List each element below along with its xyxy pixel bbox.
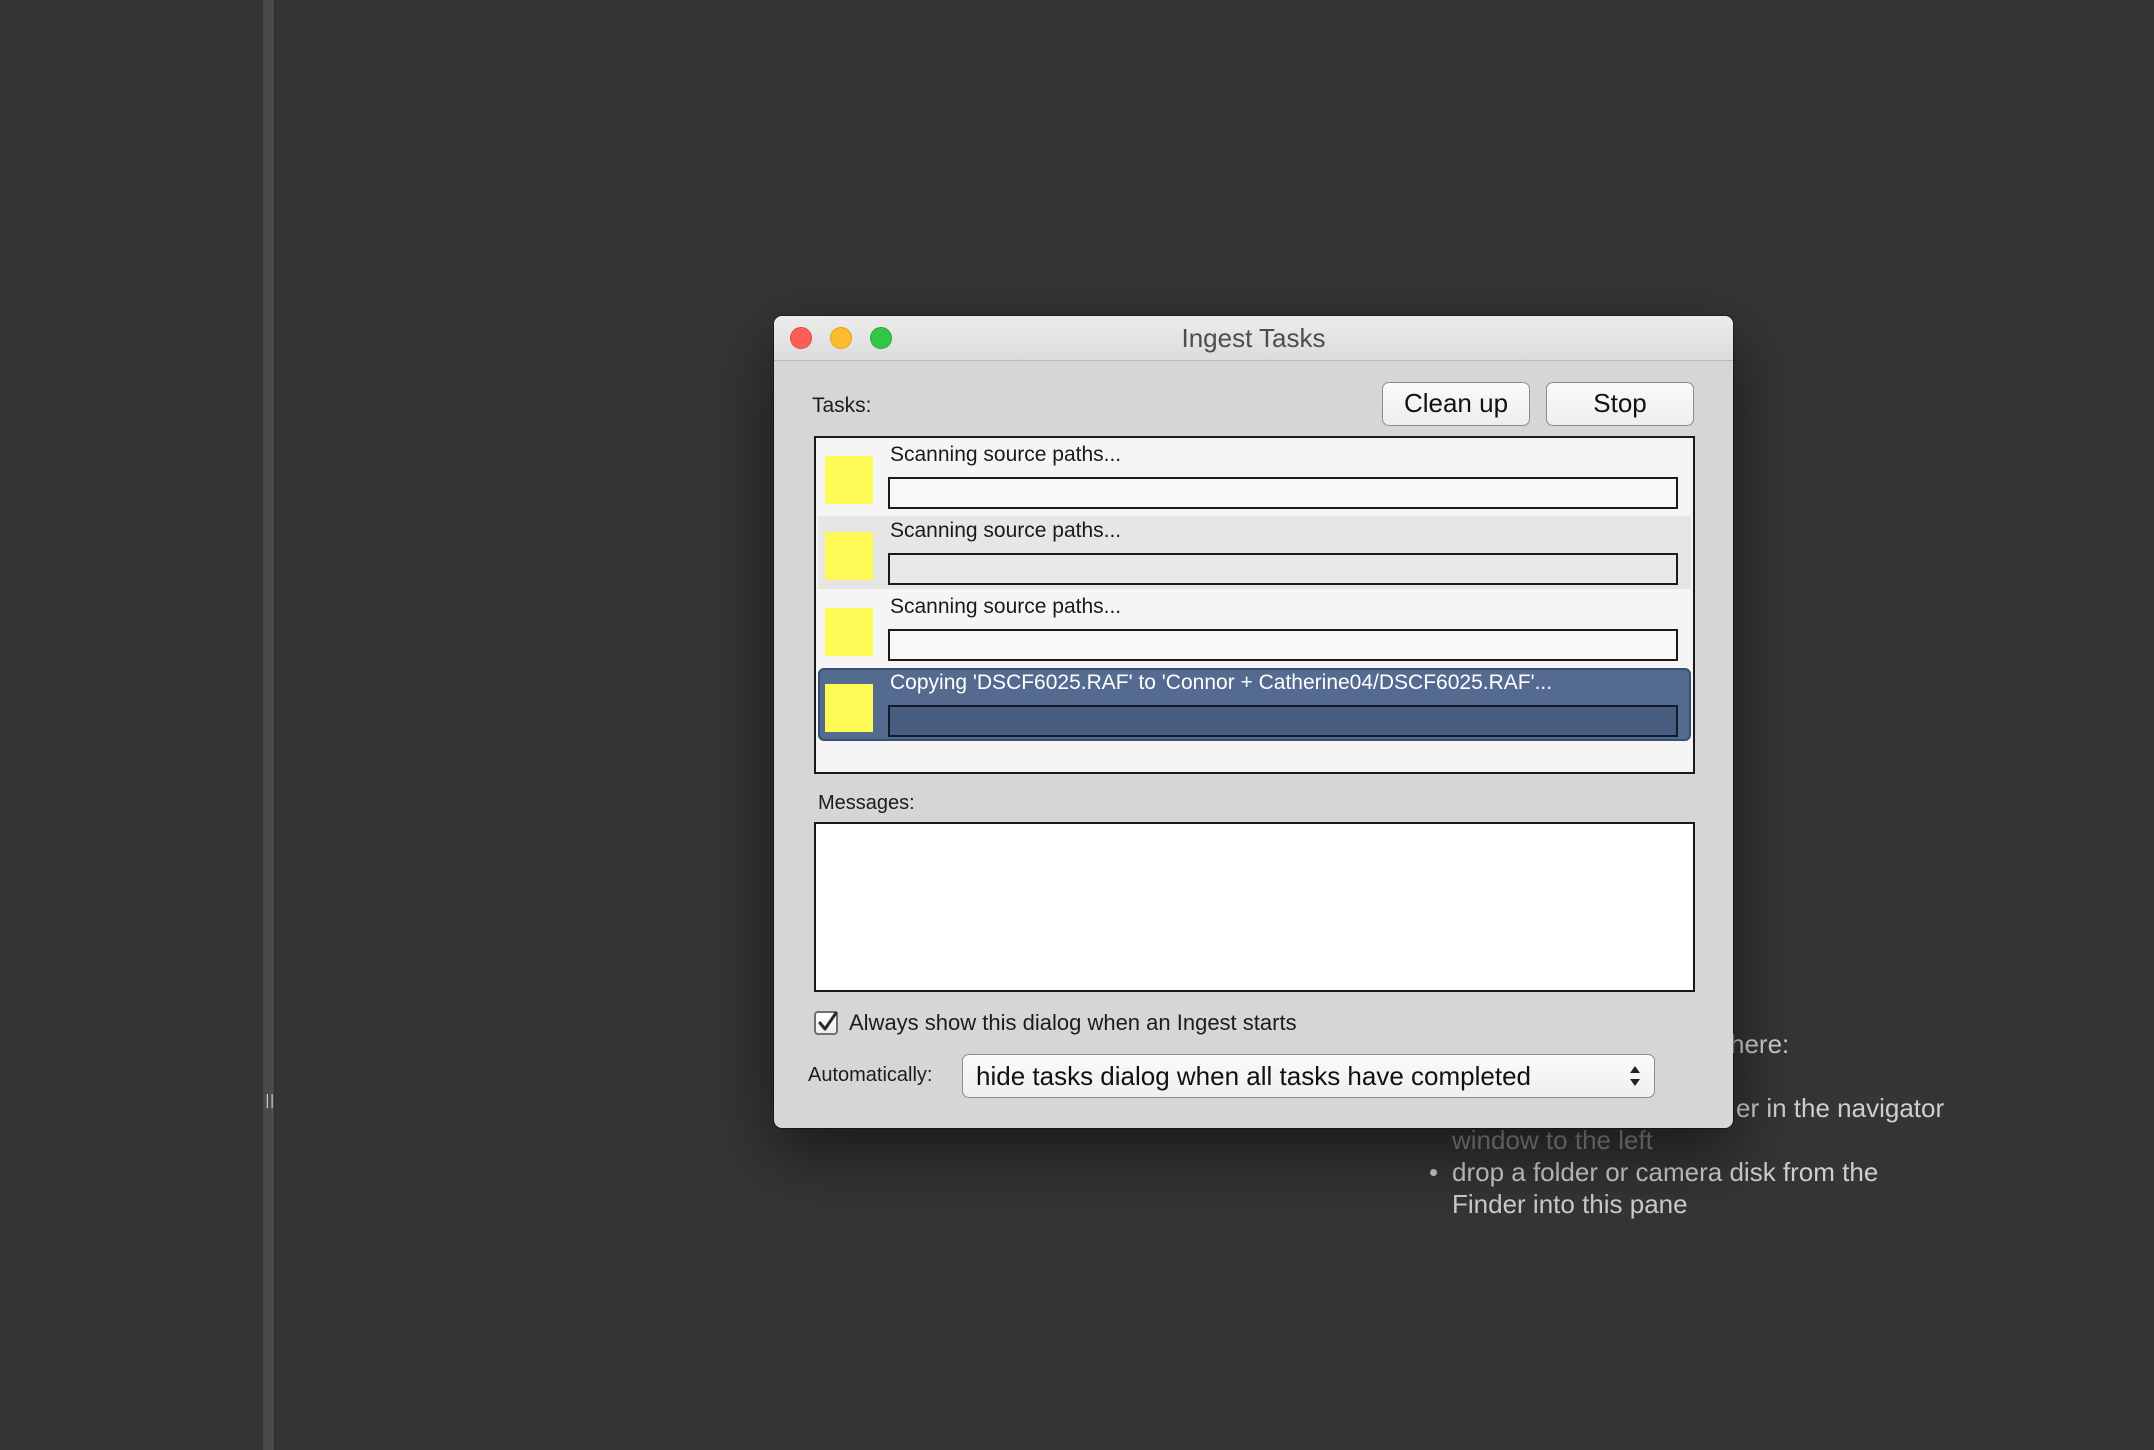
checkmark-icon xyxy=(818,1011,838,1031)
messages-area[interactable] xyxy=(814,822,1695,992)
title-bar[interactable]: Ingest Tasks xyxy=(774,316,1733,361)
hint-line-finder: Finder into this pane xyxy=(1452,1189,1688,1219)
dialog-title: Ingest Tasks xyxy=(1181,323,1326,353)
task-progress-bar xyxy=(888,629,1678,661)
bullet-icon: • xyxy=(1429,1157,1439,1187)
task-description: Scanning source paths... xyxy=(890,519,1122,542)
tasks-list[interactable]: Scanning source paths... Scanning source… xyxy=(814,436,1695,774)
hint-line-navigator: er in the navigator xyxy=(1736,1093,1945,1123)
pane-splitter[interactable] xyxy=(263,0,275,1450)
tasks-label: Tasks: xyxy=(812,394,872,417)
task-progress-bar xyxy=(888,553,1678,585)
ingest-tasks-dialog: Ingest Tasks Tasks: Clean up Stop Scanni… xyxy=(774,316,1733,1128)
navigator-pane xyxy=(0,0,263,1450)
select-arrows-icon xyxy=(1630,1066,1640,1086)
clean-up-button[interactable]: Clean up xyxy=(1382,382,1530,426)
task-status-icon xyxy=(825,456,873,504)
automatically-select[interactable]: hide tasks dialog when all tasks have co… xyxy=(962,1054,1655,1098)
hint-heading: here: xyxy=(1730,1029,1790,1059)
hint-line-drop: drop a folder or camera disk from the xyxy=(1452,1157,1879,1187)
task-status-icon xyxy=(825,608,873,656)
always-show-label[interactable]: Always show this dialog when an Ingest s… xyxy=(849,1010,1297,1036)
stop-button[interactable]: Stop xyxy=(1546,382,1694,426)
task-progress-bar xyxy=(888,705,1678,737)
task-row-selected[interactable]: Copying 'DSCF6025.RAF' to 'Connor + Cath… xyxy=(818,668,1691,741)
task-progress-bar xyxy=(888,477,1678,509)
task-status-icon xyxy=(825,684,873,732)
task-description: Scanning source paths... xyxy=(890,595,1122,618)
task-status-icon xyxy=(825,532,873,580)
hint-line-window: window to the left xyxy=(1452,1125,1653,1155)
task-row[interactable]: Scanning source paths... xyxy=(818,440,1691,513)
task-description: Scanning source paths... xyxy=(890,443,1122,466)
splitter-grip-icon[interactable]: || xyxy=(265,1093,274,1110)
task-description: Copying 'DSCF6025.RAF' to 'Connor + Cath… xyxy=(890,671,1553,694)
task-row[interactable]: Scanning source paths... xyxy=(818,592,1691,665)
automatically-label: Automatically: xyxy=(808,1064,933,1086)
automatically-select-value: hide tasks dialog when all tasks have co… xyxy=(976,1061,1531,1091)
task-row[interactable]: Scanning source paths... xyxy=(818,516,1691,589)
always-show-checkbox[interactable] xyxy=(814,1011,838,1035)
messages-label: Messages: xyxy=(818,792,915,814)
